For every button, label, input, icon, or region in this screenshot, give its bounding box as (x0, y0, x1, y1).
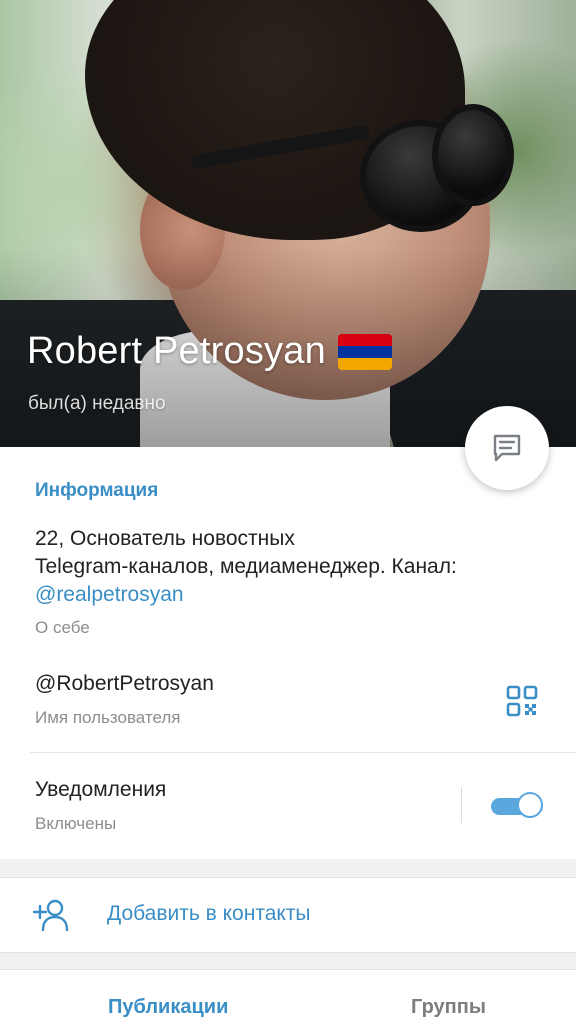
bio-line: 22, Основатель новостных (35, 527, 295, 550)
bio-caption: О себе (35, 618, 90, 637)
toggle-knob (517, 792, 543, 818)
message-icon (493, 434, 521, 462)
vertical-separator (461, 787, 462, 823)
profile-name: Robert Petrosyan (27, 330, 392, 373)
add-contact-button[interactable]: Добавить в контакты (0, 877, 576, 953)
notifications-label[interactable]: Уведомления (35, 778, 166, 802)
qr-code-icon[interactable] (506, 685, 538, 717)
last-seen-status: был(а) недавно (28, 393, 166, 414)
profile-name-text: Robert Petrosyan (27, 330, 326, 372)
add-user-icon (32, 899, 69, 932)
send-message-button[interactable] (465, 406, 549, 490)
tab-publications[interactable]: Публикации (108, 996, 228, 1019)
photo-glasses-lens-right (432, 104, 514, 206)
channel-link[interactable]: @realpetrosyan (35, 581, 555, 609)
profile-header-photo[interactable]: Robert Petrosyan был(а) недавно (0, 0, 576, 447)
armenia-flag-icon (337, 333, 392, 370)
notifications-status: Включены (35, 814, 117, 833)
bio-line: Telegram-каналов, медиаменеджер. Канал: (35, 555, 457, 578)
add-contact-label: Добавить в контакты (107, 902, 311, 925)
divider (30, 752, 576, 753)
bio-text[interactable]: 22, Основатель новостных Telegram-канало… (35, 525, 555, 609)
info-section-title: Информация (35, 480, 159, 501)
username-caption: Имя пользователя (35, 708, 181, 727)
tab-groups[interactable]: Группы (411, 996, 486, 1019)
username-value[interactable]: @RobertPetrosyan (35, 672, 214, 696)
notifications-toggle[interactable] (491, 792, 545, 820)
info-section: Информация 22, Основатель новостных Tele… (0, 447, 576, 859)
media-tabs: Публикации Группы (0, 969, 576, 1022)
